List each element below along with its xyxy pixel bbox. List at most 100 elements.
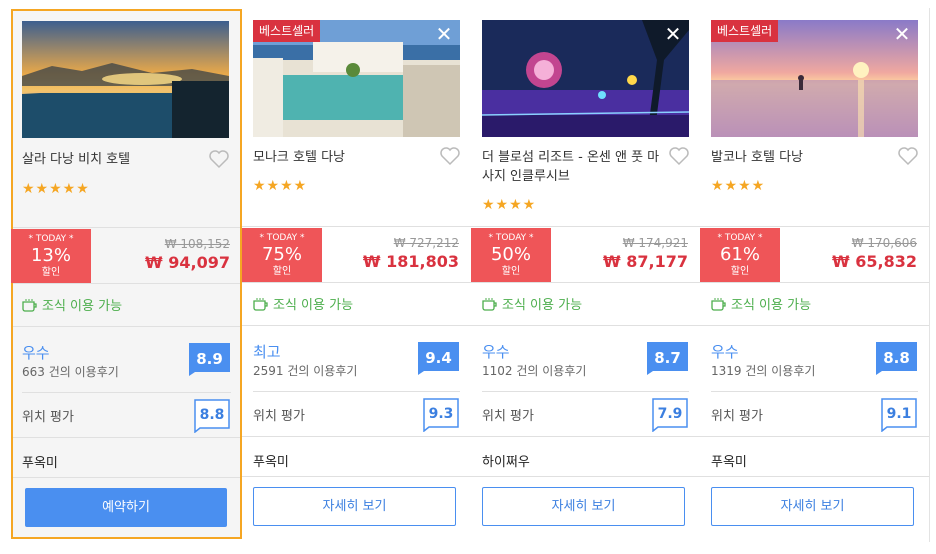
details-button[interactable]: 자세히 보기 bbox=[253, 487, 456, 526]
details-button[interactable]: 자세히 보기 bbox=[482, 487, 685, 526]
hotel-card[interactable]: 살라 다낭 비치 호텔 ★★★★★ * TODAY * 13% 할인 ₩ 108… bbox=[11, 9, 242, 539]
divider bbox=[242, 325, 471, 326]
area-name: 푸옥미 bbox=[711, 455, 747, 470]
rating-score: 9.4 bbox=[425, 349, 452, 367]
bestseller-badge: 베스트셀러 bbox=[253, 20, 321, 42]
original-price: ₩ 174,921 bbox=[622, 236, 688, 250]
breakfast-label: 조식 이용 가능 bbox=[273, 298, 354, 313]
breakfast-label: 조식 이용 가능 bbox=[731, 298, 812, 313]
divider bbox=[22, 392, 231, 393]
location-score: 7.9 bbox=[657, 406, 683, 422]
divider bbox=[13, 326, 240, 327]
rating-label: 최고 bbox=[253, 343, 281, 361]
location-score: 9.3 bbox=[428, 406, 454, 422]
area-name: 하이쩌우 bbox=[482, 455, 530, 470]
card-separator bbox=[929, 8, 930, 542]
divider bbox=[700, 325, 929, 326]
coffee-cup-icon bbox=[482, 297, 497, 311]
hotel-name[interactable]: 모나크 호텔 다낭 bbox=[253, 148, 433, 167]
star-rating: ★★★★ bbox=[482, 197, 537, 213]
divider bbox=[13, 227, 240, 228]
divider bbox=[700, 436, 929, 437]
divider bbox=[242, 436, 471, 437]
hotel-photo[interactable]: ✕ bbox=[482, 20, 689, 137]
breakfast-info: 조식 이용 가능 bbox=[22, 295, 122, 314]
heart-icon[interactable] bbox=[897, 146, 919, 166]
details-button[interactable]: 자세히 보기 bbox=[711, 487, 914, 526]
hotel-photo[interactable] bbox=[22, 21, 229, 138]
breakfast-info: 조식 이용 가능 bbox=[711, 294, 811, 313]
breakfast-info: 조식 이용 가능 bbox=[253, 294, 353, 313]
close-icon[interactable]: ✕ bbox=[892, 24, 912, 44]
today-label: * TODAY * bbox=[259, 233, 305, 243]
breakfast-label: 조식 이용 가능 bbox=[42, 299, 123, 314]
review-count[interactable]: 2591 건의 이용후기 bbox=[253, 362, 357, 379]
divider bbox=[253, 391, 460, 392]
sale-price: ₩ 181,803 bbox=[362, 252, 459, 271]
location-label: 위치 평가 bbox=[711, 409, 763, 424]
breakfast-info: 조식 이용 가능 bbox=[482, 294, 582, 313]
original-price: ₩ 108,152 bbox=[164, 237, 230, 251]
breakfast-label: 조식 이용 가능 bbox=[502, 298, 583, 313]
location-badge: 9.3 bbox=[423, 398, 459, 433]
discount-percent: 75% bbox=[261, 244, 302, 265]
coffee-cup-icon bbox=[711, 297, 726, 311]
heart-icon[interactable] bbox=[439, 146, 461, 166]
hotel-card[interactable]: 베스트셀러 ✕ 발코나 호텔 다낭 ★★★★ * TODAY * 61% 할인 … bbox=[700, 8, 929, 546]
area-name: 푸옥미 bbox=[22, 456, 58, 471]
divider bbox=[242, 282, 471, 283]
divider bbox=[471, 226, 700, 227]
rating-label: 우수 bbox=[711, 343, 739, 361]
book-button[interactable]: 예약하기 bbox=[25, 488, 227, 527]
original-price: ₩ 727,212 bbox=[393, 236, 459, 250]
coffee-cup-icon bbox=[22, 298, 37, 312]
divider bbox=[711, 391, 918, 392]
sale-price: ₩ 94,097 bbox=[145, 253, 230, 272]
review-count[interactable]: 663 건의 이용후기 bbox=[22, 363, 119, 380]
sale-price: ₩ 65,832 bbox=[832, 252, 917, 271]
divider bbox=[471, 325, 700, 326]
sale-price: ₩ 87,177 bbox=[603, 252, 688, 271]
hotel-card[interactable]: ✕ 더 블로섬 리조트 - 온센 앤 풋 마사지 인클루시브 ★★★★ * TO… bbox=[471, 8, 700, 546]
discount-label: 할인 bbox=[272, 266, 292, 277]
rating-label: 우수 bbox=[22, 344, 50, 362]
divider bbox=[700, 282, 929, 283]
divider bbox=[13, 283, 240, 284]
original-price: ₩ 170,606 bbox=[851, 236, 917, 250]
discount-badge: * TODAY * 50% 할인 bbox=[471, 228, 551, 282]
heart-icon[interactable] bbox=[668, 146, 690, 166]
star-rating: ★★★★ bbox=[711, 178, 766, 194]
rating-score: 8.7 bbox=[654, 349, 681, 367]
discount-label: 할인 bbox=[41, 267, 61, 278]
close-icon[interactable]: ✕ bbox=[663, 24, 683, 44]
discount-badge: * TODAY * 13% 할인 bbox=[11, 229, 91, 283]
area-name: 푸옥미 bbox=[253, 455, 289, 470]
divider bbox=[700, 226, 929, 227]
divider bbox=[471, 282, 700, 283]
divider bbox=[242, 476, 471, 477]
close-icon[interactable]: ✕ bbox=[434, 24, 454, 44]
heart-icon[interactable] bbox=[208, 149, 230, 169]
discount-badge: * TODAY * 61% 할인 bbox=[700, 228, 780, 282]
review-count[interactable]: 1102 건의 이용후기 bbox=[482, 362, 586, 379]
hotel-name[interactable]: 살라 다낭 비치 호텔 bbox=[22, 150, 202, 169]
hotel-photo[interactable]: 베스트셀러 ✕ bbox=[253, 20, 460, 137]
hotel-name[interactable]: 더 블로섬 리조트 - 온센 앤 풋 마사지 인클루시브 bbox=[482, 148, 662, 186]
hotel-card[interactable]: 베스트셀러 ✕ 모나크 호텔 다낭 ★★★★ * TODAY * 75% 할인 … bbox=[242, 8, 471, 546]
coffee-cup-icon bbox=[253, 297, 268, 311]
today-label: * TODAY * bbox=[28, 234, 74, 244]
rating-badge: 8.7 bbox=[647, 342, 688, 375]
rating-score: 8.8 bbox=[883, 349, 910, 367]
divider bbox=[13, 477, 240, 478]
divider bbox=[242, 226, 471, 227]
divider bbox=[700, 476, 929, 477]
rating-score: 8.9 bbox=[196, 350, 223, 368]
location-badge: 7.9 bbox=[652, 398, 688, 433]
hotel-name[interactable]: 발코나 호텔 다낭 bbox=[711, 148, 891, 167]
hotel-photo[interactable]: 베스트셀러 ✕ bbox=[711, 20, 918, 137]
review-count[interactable]: 1319 건의 이용후기 bbox=[711, 362, 815, 379]
location-badge: 8.8 bbox=[194, 399, 230, 434]
location-score: 9.1 bbox=[886, 406, 912, 422]
location-label: 위치 평가 bbox=[22, 410, 74, 425]
location-label: 위치 평가 bbox=[482, 409, 534, 424]
